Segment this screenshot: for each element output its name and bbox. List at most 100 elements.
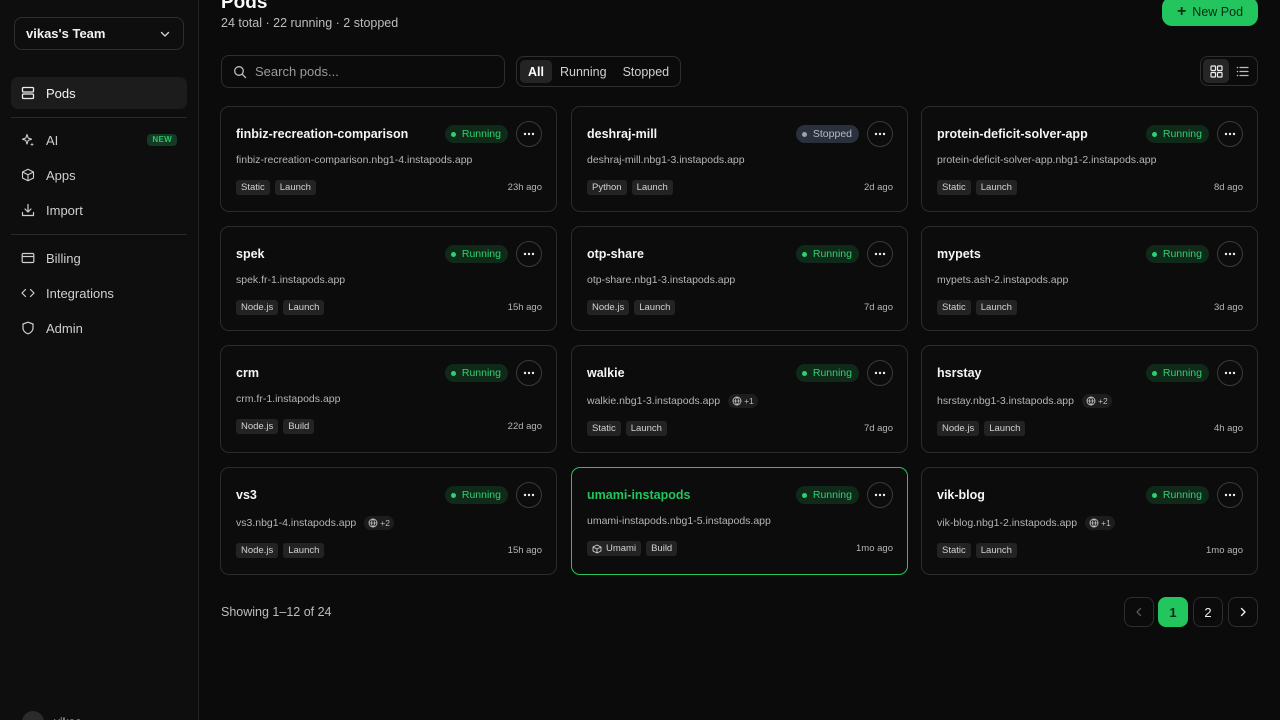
runtime-tag: Static — [236, 180, 270, 195]
pod-tags: Node.js Build — [236, 419, 319, 434]
filter-stopped[interactable]: Stopped — [615, 60, 678, 83]
more-actions-button[interactable] — [1217, 241, 1243, 267]
globe-icon — [1086, 396, 1096, 406]
sidebar-item-admin[interactable]: Admin — [11, 312, 187, 344]
box-icon — [21, 168, 35, 182]
pod-url-text: crm.fr-1.instapods.app — [236, 393, 341, 405]
new-pod-label: New Pod — [1192, 4, 1244, 19]
updated-time: 8d ago — [1213, 182, 1243, 193]
new-pod-button[interactable]: + New Pod — [1162, 0, 1258, 26]
sidebar-item-integrations[interactable]: Integrations — [11, 277, 187, 309]
pod-card[interactable]: deshraj-mill Stopped deshraj-mill.nbg1-3… — [571, 106, 908, 212]
stage-tag: Launch — [631, 180, 673, 195]
more-actions-button[interactable] — [867, 482, 893, 508]
pod-url[interactable]: spek.fr-1.instapods.app — [236, 274, 345, 286]
search-input[interactable] — [255, 64, 495, 79]
status-dot-icon — [1151, 492, 1157, 498]
globe-icon — [1089, 518, 1099, 528]
pod-card[interactable]: finbiz-recreation-comparison Running fin… — [220, 106, 557, 212]
list-view-button[interactable] — [1229, 59, 1255, 83]
pod-name: mypets — [937, 247, 981, 261]
pod-card[interactable]: otp-share Running otp-share.nbg1-3.insta… — [571, 226, 908, 331]
extra-domains-count: +1 — [1101, 518, 1111, 528]
sidebar-item-pods[interactable]: Pods — [11, 77, 187, 109]
stage-tag: Launch — [984, 421, 1026, 436]
filter-all[interactable]: All — [520, 60, 552, 83]
sidebar-item-import[interactable]: Import — [11, 194, 187, 226]
pod-url-text: walkie.nbg1-3.instapods.app — [587, 395, 721, 407]
sidebar-item-label: Apps — [46, 167, 76, 183]
updated-time: 3d ago — [1213, 302, 1243, 313]
more-actions-button[interactable] — [867, 121, 893, 147]
runtime-tag-label: Umami — [606, 543, 637, 554]
updated-time: 7d ago — [863, 423, 893, 434]
more-actions-button[interactable] — [1217, 121, 1243, 147]
more-actions-button[interactable] — [867, 360, 893, 386]
sidebar-item-label: Admin — [46, 320, 83, 336]
pod-tags: Static Launch — [937, 300, 1022, 315]
more-actions-button[interactable] — [516, 121, 542, 147]
pod-name: deshraj-mill — [587, 127, 658, 141]
new-badge: NEW — [147, 134, 177, 146]
runtime-tag: Static — [937, 180, 971, 195]
status-dot-icon — [801, 131, 807, 137]
status-badge: Running — [795, 364, 859, 382]
pod-url[interactable]: vik-blog.nbg1-2.instapods.app +1 — [937, 516, 1115, 530]
pod-card[interactable]: hsrstay Running hsrstay.nbg1-3.instapods… — [921, 345, 1258, 453]
team-switcher[interactable]: vikas's Team — [14, 17, 184, 50]
updated-time: 2d ago — [863, 182, 893, 193]
grid-view-button[interactable] — [1203, 59, 1229, 83]
status-dot-icon — [1151, 251, 1157, 257]
runtime-tag: Node.js — [236, 419, 279, 434]
status-label: Running — [461, 489, 501, 501]
pod-card[interactable]: walkie Running walkie.nbg1-3.instapods.a… — [571, 345, 908, 453]
pod-card[interactable]: vik-blog Running vik-blog.nbg1-2.instapo… — [921, 467, 1258, 575]
pod-url[interactable]: otp-share.nbg1-3.instapods.app — [587, 274, 735, 286]
more-horizontal-icon — [523, 371, 535, 375]
user-menu[interactable]: vikas — [22, 711, 81, 720]
status-badge: Running — [444, 125, 508, 143]
sidebar-item-ai[interactable]: AI NEW — [11, 124, 187, 156]
pod-url[interactable]: mypets.ash-2.instapods.app — [937, 274, 1068, 286]
pagination-summary: Showing 1–12 of 24 — [221, 605, 332, 619]
pod-card[interactable]: crm Running crm.fr-1.instapods.app Node.… — [220, 345, 557, 453]
pod-url[interactable]: walkie.nbg1-3.instapods.app +1 — [587, 394, 758, 408]
globe-icon — [368, 518, 378, 528]
chevron-left-icon — [1136, 607, 1142, 617]
more-actions-button[interactable] — [516, 241, 542, 267]
pod-name: otp-share — [587, 247, 644, 261]
pod-url[interactable]: vs3.nbg1-4.instapods.app +2 — [236, 516, 394, 530]
pod-card[interactable]: protein-deficit-solver-app Running prote… — [921, 106, 1258, 212]
sidebar-item-apps[interactable]: Apps — [11, 159, 187, 191]
page-2-button[interactable]: 2 — [1193, 597, 1223, 627]
filter-running[interactable]: Running — [552, 60, 615, 83]
more-actions-button[interactable] — [516, 360, 542, 386]
pod-url-text: vik-blog.nbg1-2.instapods.app — [937, 517, 1078, 529]
extra-domains-badge: +1 — [1085, 516, 1115, 530]
more-actions-button[interactable] — [867, 241, 893, 267]
sidebar-item-billing[interactable]: Billing — [11, 242, 187, 274]
pod-name: vs3 — [236, 488, 257, 502]
pod-url[interactable]: crm.fr-1.instapods.app — [236, 393, 340, 405]
more-horizontal-icon — [523, 252, 535, 256]
more-actions-button[interactable] — [1217, 482, 1243, 508]
status-label: Running — [1162, 367, 1202, 379]
pod-url[interactable]: finbiz-recreation-comparison.nbg1-4.inst… — [236, 154, 472, 166]
pod-url[interactable]: deshraj-mill.nbg1-3.instapods.app — [587, 154, 745, 166]
pod-url-text: spek.fr-1.instapods.app — [236, 274, 346, 286]
next-page-button[interactable] — [1228, 597, 1258, 627]
pod-url-text: otp-share.nbg1-3.instapods.app — [587, 274, 736, 286]
page-1-button[interactable]: 1 — [1158, 597, 1188, 627]
pod-card-selected[interactable]: umami-instapods Running umami-instapods.… — [571, 467, 908, 575]
status-label: Running — [461, 128, 501, 140]
pod-tags: Node.js Launch — [937, 421, 1030, 436]
prev-page-button[interactable] — [1124, 597, 1154, 627]
more-actions-button[interactable] — [516, 482, 542, 508]
more-actions-button[interactable] — [1217, 360, 1243, 386]
pod-url[interactable]: protein-deficit-solver-app.nbg1-2.instap… — [937, 154, 1156, 166]
pod-card[interactable]: vs3 Running vs3.nbg1-4.instapods.app +2 N… — [220, 467, 557, 575]
pod-url[interactable]: hsrstay.nbg1-3.instapods.app +2 — [937, 394, 1112, 408]
pod-card[interactable]: mypets Running mypets.ash-2.instapods.ap… — [921, 226, 1258, 331]
pod-card[interactable]: spek Running spek.fr-1.instapods.app Nod… — [220, 226, 557, 331]
pod-url[interactable]: umami-instapods.nbg1-5.instapods.app — [587, 515, 771, 527]
